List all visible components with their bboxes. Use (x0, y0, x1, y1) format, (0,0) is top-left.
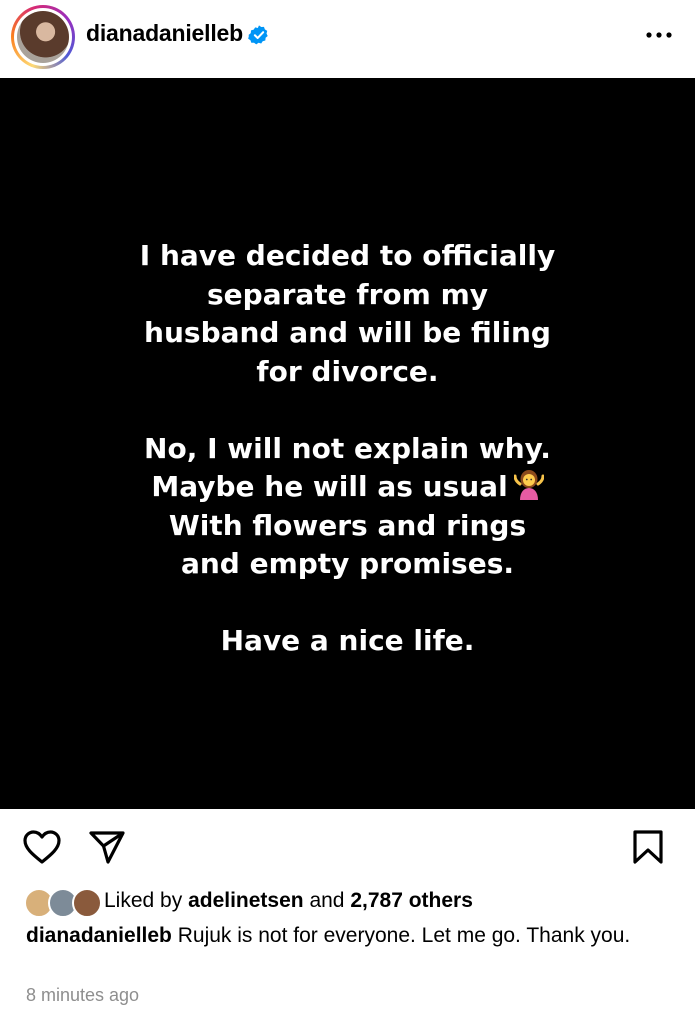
post-line-with-emoji: Maybe he will as usual (80, 468, 615, 507)
post-line: With flowers and rings (168, 508, 527, 542)
avatar-image (17, 11, 69, 63)
post-header: dianadanielleb (0, 0, 695, 78)
action-bar (0, 809, 695, 879)
more-options-icon[interactable] (644, 24, 674, 46)
verified-badge-icon (248, 25, 268, 45)
likes-count[interactable]: 2,787 others (350, 889, 473, 912)
post-line: separate from my (207, 277, 488, 311)
shrugging-woman-emoji (513, 470, 544, 500)
caption-username[interactable]: dianadanielleb (26, 924, 172, 947)
post-image[interactable]: I have decided to officially separate fr… (0, 78, 695, 809)
post-line-spacer (80, 584, 615, 623)
likes-row[interactable]: Liked by adelinetsen and 2,787 others (24, 885, 684, 918)
post-line-spacer (80, 391, 615, 430)
post-line: husband and will be filing (144, 316, 551, 349)
likes-prefix: Liked by (104, 889, 183, 912)
post-line: and empty promises. (180, 547, 515, 580)
bookmark-icon[interactable] (632, 829, 664, 865)
profile-avatar[interactable] (11, 5, 75, 69)
post-text: I have decided to officially separate fr… (80, 237, 615, 661)
liker-username[interactable]: adelinetsen (188, 889, 304, 912)
post-line: Maybe he will as usual (151, 470, 508, 503)
likes-text: Liked by adelinetsen and 2,787 others (104, 885, 473, 917)
avatar-ring-gap (14, 8, 72, 66)
share-icon[interactable] (88, 829, 126, 865)
liker-avatars (24, 888, 102, 918)
caption-text: Rujuk is not for everyone. Let me go. Th… (177, 924, 631, 947)
post-line: Have a nice life. (220, 624, 475, 657)
post-line: for divorce. (256, 354, 439, 388)
post-line: I have decided to officially (139, 239, 556, 272)
likes-middle: and (309, 889, 345, 912)
post-line: No, I will not explain why. (144, 431, 551, 465)
post-timestamp: 8 minutes ago (26, 985, 140, 1005)
caption: dianadanielleb Rujuk is not for everyone… (26, 922, 666, 949)
liker-avatar (72, 888, 102, 918)
heart-icon[interactable] (22, 829, 62, 865)
header-username[interactable]: dianadanielleb (86, 20, 243, 47)
